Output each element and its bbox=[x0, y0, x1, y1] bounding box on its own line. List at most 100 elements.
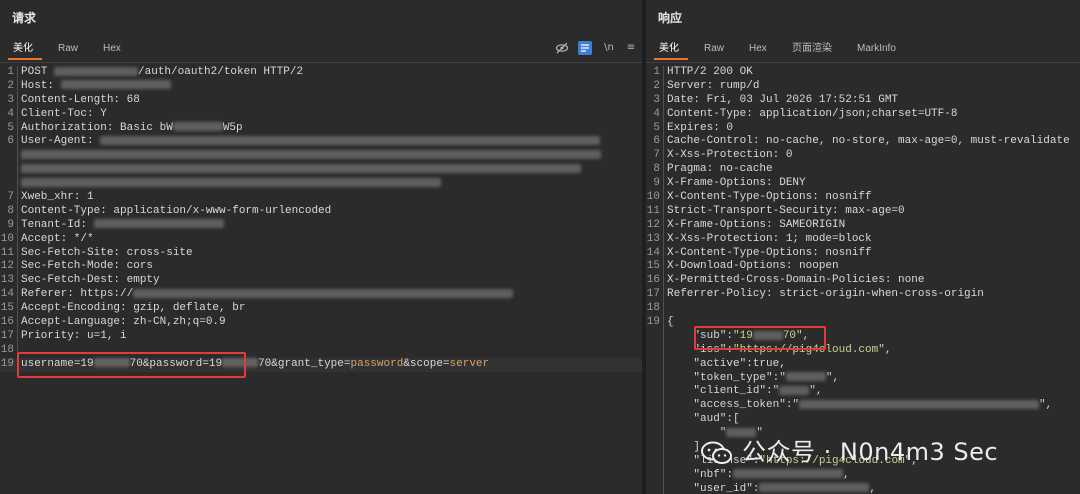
tab-raw[interactable]: Raw bbox=[704, 40, 724, 58]
redacted-block bbox=[54, 66, 139, 76]
request-separator bbox=[0, 62, 642, 63]
gutter-divider bbox=[17, 246, 18, 261]
line-content: Accept-Encoding: gzip, deflate, br bbox=[21, 302, 245, 316]
line-content: "aud":[ bbox=[667, 413, 740, 427]
wrap-lines-icon[interactable] bbox=[578, 41, 592, 55]
gutter-divider bbox=[663, 441, 664, 455]
redacted-block bbox=[60, 80, 171, 90]
tab-hex[interactable]: Hex bbox=[103, 40, 121, 58]
code-line: 4 Content-Type: application/json;charset=… bbox=[646, 107, 1080, 122]
line-number: 12 bbox=[646, 218, 660, 231]
code-token: Sec-Fetch-Site: cross-site bbox=[21, 246, 193, 259]
code-token: X-Permitted-Cross-Domain-Policies: none bbox=[667, 274, 925, 287]
line-content: Sec-Fetch-Mode: cors bbox=[21, 260, 153, 274]
code-line: 16 Accept-Language: zh-CN,zh;q=0.9 bbox=[0, 316, 642, 330]
gutter-divider bbox=[17, 107, 18, 122]
code-token: Tenant-Id: bbox=[21, 218, 94, 231]
tab-raw[interactable]: Raw bbox=[58, 40, 78, 58]
tab-pretty[interactable]: 美化 bbox=[13, 40, 33, 58]
line-number: 1 bbox=[653, 66, 660, 78]
watermark-text: 公众号 · N0n4m3 Sec bbox=[742, 438, 999, 466]
gutter-divider bbox=[17, 191, 18, 205]
code-line: 10 X-Content-Type-Options: nosniff bbox=[646, 191, 1080, 205]
gutter-divider bbox=[17, 66, 18, 80]
tab-pretty[interactable]: 美化 bbox=[659, 40, 679, 58]
line-content: X-Frame-Options: SAMEORIGIN bbox=[667, 219, 845, 233]
line-number: 11 bbox=[0, 246, 14, 259]
line-number: 16 bbox=[0, 316, 14, 329]
code-line: 11 Strict-Transport-Security: max-age=0 bbox=[646, 204, 1080, 219]
line-number: 18 bbox=[0, 343, 14, 356]
tab-render[interactable]: 页面渲染 bbox=[792, 40, 832, 58]
line-content: Authorization: Basic bW W5p bbox=[21, 122, 243, 136]
code-token: X-Xss-Protection: 0 bbox=[667, 149, 793, 162]
code-token: "aud":[ bbox=[667, 413, 740, 426]
gutter-divider bbox=[663, 163, 664, 178]
code-token: , bbox=[884, 343, 892, 356]
code-token: , bbox=[1045, 399, 1053, 412]
tab-markinfo[interactable]: MarkInfo bbox=[857, 40, 896, 58]
code-line: 15 Accept-Encoding: gzip, deflate, br bbox=[0, 302, 642, 317]
code-token: { bbox=[667, 316, 674, 329]
line-content: X-Xss-Protection: 0 bbox=[667, 149, 792, 163]
response-editor[interactable]: 1 HTTP/2 200 OK 2 Server: rump/d 3 Date: Fri,… bbox=[646, 66, 1080, 494]
newline-toggle-icon[interactable]: \n bbox=[602, 41, 616, 55]
request-editor[interactable]: 1 POST /auth/oauth2/token HTTP/2 2 Host: 3C… bbox=[0, 66, 642, 494]
line-number: 19 bbox=[646, 316, 660, 329]
line-number: 19 bbox=[0, 357, 14, 370]
line-number: 11 bbox=[646, 204, 660, 217]
tab-hex[interactable]: Hex bbox=[749, 40, 767, 58]
line-content: Accept: */* bbox=[21, 233, 94, 247]
code-line: 8 Content-Type: application/x-www-form-ur… bbox=[0, 204, 642, 219]
line-number: 14 bbox=[0, 288, 14, 301]
code-token: Content-Type: application/x-www-form-url… bbox=[21, 204, 332, 217]
code-token: " bbox=[809, 385, 816, 398]
line-content: Referer: https:// bbox=[21, 288, 514, 302]
code-token: X-Content-Type-Options: nosniff bbox=[667, 191, 872, 204]
gutter-divider bbox=[17, 121, 18, 136]
gutter-divider bbox=[663, 288, 664, 303]
gutter-divider bbox=[663, 66, 664, 80]
line-number: 8 bbox=[7, 204, 14, 217]
gutter-divider bbox=[17, 93, 18, 108]
line-content: "access_token":" ", bbox=[667, 399, 1052, 413]
code-line: 12 Sec-Fetch-Mode: cors bbox=[0, 260, 642, 275]
code-token: "client_id": bbox=[667, 385, 773, 398]
code-line: 9 Tenant-Id: bbox=[0, 218, 642, 233]
request-tabs: 美化 Raw Hex bbox=[0, 36, 642, 62]
code-token: Client-Toc: Y bbox=[21, 107, 107, 120]
hide-eye-icon[interactable] bbox=[555, 41, 569, 55]
line-content: "token_type":" ", bbox=[667, 372, 839, 386]
gutter-divider bbox=[663, 135, 664, 150]
code-token: Accept-Language: zh-CN,zh;q=0.9 bbox=[21, 316, 226, 329]
line-number: 7 bbox=[7, 191, 14, 204]
code-line: 13 Sec-Fetch-Dest: empty bbox=[0, 274, 642, 289]
code-token: Sec-Fetch-Mode: cors bbox=[21, 260, 154, 273]
line-content: "active":true, bbox=[667, 358, 785, 372]
code-token: Pragma: no-cache bbox=[667, 163, 773, 176]
request-credentials-highlight bbox=[17, 352, 246, 378]
code-token: password bbox=[350, 357, 404, 370]
line-content: POST /auth/oauth2/token HTTP/2 bbox=[21, 66, 303, 80]
code-token: " bbox=[772, 385, 780, 398]
gutter-divider bbox=[663, 93, 664, 108]
line-content: Expires: 0 bbox=[667, 122, 733, 136]
code-line: "client_id":" ", bbox=[646, 385, 1080, 400]
code-token: HTTP/2 200 OK bbox=[667, 66, 753, 78]
line-content: Accept-Language: zh-CN,zh;q=0.9 bbox=[21, 316, 226, 330]
redacted-block bbox=[100, 136, 601, 146]
menu-icon[interactable]: ≡ bbox=[624, 41, 638, 55]
code-token: User-Agent: bbox=[21, 135, 101, 148]
gutter-divider bbox=[663, 399, 664, 414]
code-token: = bbox=[343, 357, 351, 370]
code-line: 16 X-Permitted-Cross-Domain-Policies: non… bbox=[646, 274, 1080, 289]
response-pane: 响应 美化 Raw Hex 页面渲染 MarkInfo 1 HTTP/2 200 … bbox=[646, 0, 1080, 494]
line-content bbox=[21, 163, 581, 177]
line-number: 4 bbox=[7, 107, 14, 120]
code-token: X-Download-Options: noopen bbox=[667, 260, 839, 273]
line-number: 9 bbox=[653, 177, 660, 190]
code-token: Expires: 0 bbox=[667, 121, 734, 134]
redacted-block bbox=[779, 386, 810, 396]
code-token: Date: Fri, 03 Jul 2026 17:52:51 GMT bbox=[667, 93, 899, 106]
code-token: "nbf": bbox=[667, 468, 734, 481]
